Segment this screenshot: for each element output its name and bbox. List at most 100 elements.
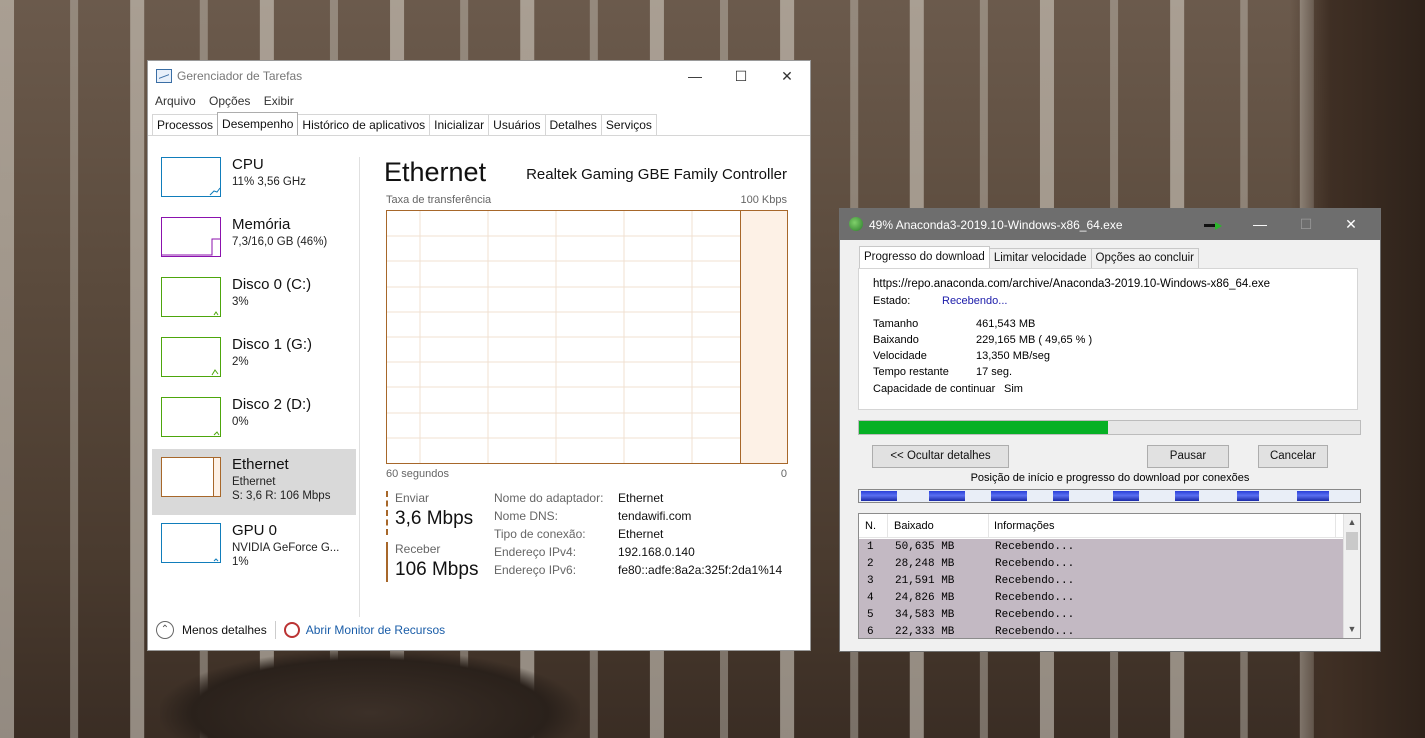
open-resource-monitor-link[interactable]: Abrir Monitor de Recursos [306, 623, 445, 637]
dialog-title: 49% Anaconda3-2019.10-Windows-x86_64.exe [869, 218, 1123, 232]
field-key: Tamanho [873, 318, 919, 330]
hide-details-button[interactable]: << Ocultar detalhes [872, 445, 1009, 468]
tab-usuarios[interactable]: Usuários [488, 114, 546, 136]
disk1-thumbnail-graph [161, 337, 221, 377]
fewer-details-link[interactable]: Menos detalhes [182, 623, 267, 637]
graph-grid [387, 211, 787, 463]
dialog-tabs: Progresso do download Limitar velocidade… [859, 246, 1199, 270]
scroll-up-icon[interactable]: ▲ [1344, 514, 1360, 531]
column-n[interactable]: N. [865, 520, 876, 532]
tab-detalhes[interactable]: Detalhes [544, 114, 602, 136]
pause-button[interactable]: Pausar [1147, 445, 1229, 468]
list-item[interactable]: 5 34,583 MB Recebendo... [859, 607, 1343, 624]
tab-divider [148, 135, 810, 136]
connection-segment [991, 491, 1027, 501]
field-key: Capacidade de continuar [873, 383, 996, 395]
sidebar-item-rate: S: 3,6 R: 106 Mbps [232, 490, 331, 502]
tab-historico[interactable]: Histórico de aplicativos [297, 114, 431, 136]
sidebar-item-title: Disco 2 (D:) [232, 396, 312, 413]
connections-list[interactable]: N. Baixado Informações 1 50,635 MB Receben… [858, 513, 1361, 639]
gpu-thumbnail-graph [161, 523, 221, 563]
sidebar-item-disco-0[interactable]: Disco 0 (C:) 3% [152, 269, 356, 329]
sidebar-item-ethernet[interactable]: Ethernet Ethernet S: 3,6 R: 106 Mbps [152, 449, 356, 515]
sidebar-item-cpu[interactable]: CPU 11% 3,56 GHz [152, 149, 356, 209]
field-value: 461,543 MB [976, 318, 1036, 330]
cpu-thumbnail-graph [161, 157, 221, 197]
cancel-button[interactable]: Cancelar [1258, 445, 1328, 468]
sidebar-item-title: Memória [232, 216, 291, 233]
row-number: 5 [867, 609, 874, 621]
list-item[interactable]: 2 28,248 MB Recebendo... [859, 556, 1343, 573]
receive-value: 106 Mbps [395, 559, 479, 580]
globe-icon [849, 217, 863, 231]
tab-on-complete[interactable]: Opções ao concluir [1090, 248, 1199, 270]
info-key: Nome do adaptador: [494, 491, 604, 505]
sidebar-item-sub: Ethernet [232, 476, 276, 488]
row-info: Recebendo... [995, 558, 1075, 570]
maximize-button[interactable]: ☐ [718, 61, 764, 91]
graph-time-label: 60 segundos [386, 468, 449, 480]
download-dialog: 49% Anaconda3-2019.10-Windows-x86_64.exe… [839, 208, 1381, 652]
window-title: Gerenciador de Tarefas [177, 69, 303, 83]
graph-min-label: 0 [780, 468, 787, 480]
menu-opcoes[interactable]: Opções [209, 91, 250, 111]
ethernet-thumbnail-graph [161, 457, 221, 497]
row-size: 28,248 MB [895, 558, 955, 570]
status-label: Estado: [873, 295, 911, 307]
dialog-title-bar[interactable]: 49% Anaconda3-2019.10-Windows-x86_64.exe… [840, 209, 1380, 240]
close-button[interactable]: ✕ [764, 61, 810, 91]
sidebar-item-sub: NVIDIA GeForce G... [232, 542, 340, 554]
maximize-button: ☐ [1299, 216, 1313, 232]
menu-arquivo[interactable]: Arquivo [155, 91, 196, 111]
scroll-down-icon[interactable]: ▼ [1344, 621, 1360, 638]
sidebar-item-disco-2[interactable]: Disco 2 (D:) 0% [152, 389, 356, 449]
connection-segment [929, 491, 965, 501]
minimize-button[interactable]: — [1237, 209, 1283, 240]
progress-fill [859, 421, 1108, 434]
tab-desempenho[interactable]: Desempenho [217, 112, 299, 135]
send-stat: Enviar 3,6 Mbps [386, 491, 473, 535]
row-size: 21,591 MB [895, 575, 955, 587]
minimize-button[interactable]: — [672, 61, 718, 91]
column-downloaded[interactable]: Baixado [894, 520, 934, 532]
row-info: Recebendo... [995, 592, 1075, 604]
column-info[interactable]: Informações [994, 520, 1055, 532]
tab-download-progress[interactable]: Progresso do download [859, 246, 990, 268]
chevron-up-icon[interactable]: ⌃ [156, 621, 174, 639]
list-scrollbar[interactable]: ▲ ▼ [1343, 514, 1360, 638]
download-url: https://repo.anaconda.com/archive/Anacon… [873, 278, 1270, 290]
row-size: 50,635 MB [895, 541, 955, 553]
column-divider [988, 514, 989, 538]
field-key: Baixando [873, 334, 919, 346]
tab-servicos[interactable]: Serviços [600, 114, 657, 136]
row-number: 6 [867, 626, 874, 638]
tab-speed-limit[interactable]: Limitar velocidade [988, 248, 1092, 270]
connections-progress-bar [858, 489, 1361, 503]
row-info: Recebendo... [995, 609, 1075, 621]
scroll-thumb[interactable] [1346, 532, 1358, 550]
download-progress-bar [858, 420, 1361, 435]
sidebar-item-memoria[interactable]: Memória 7,3/16,0 GB (46%) [152, 209, 356, 269]
sidebar-item-title: GPU 0 [232, 522, 278, 539]
field-value: Sim [1004, 383, 1023, 395]
title-bar[interactable]: Gerenciador de Tarefas — ☐ ✕ [148, 61, 810, 91]
list-item[interactable]: 4 24,826 MB Recebendo... [859, 590, 1343, 607]
field-key: Velocidade [873, 350, 927, 362]
row-size: 22,333 MB [895, 626, 955, 638]
row-info: Recebendo... [995, 626, 1075, 638]
sidebar-item-gpu[interactable]: GPU 0 NVIDIA GeForce G... 1% [152, 515, 356, 575]
memory-thumbnail-graph [161, 217, 221, 257]
field-size: Tamanho 461,543 MB [873, 318, 1035, 330]
menu-exibir[interactable]: Exibir [264, 91, 294, 111]
info-value: 192.168.0.140 [618, 545, 695, 559]
tab-inicializar[interactable]: Inicializar [429, 114, 490, 136]
list-item[interactable]: 6 22,333 MB Recebendo... [859, 624, 1343, 638]
tab-processos[interactable]: Processos [152, 114, 219, 136]
list-item[interactable]: 1 50,635 MB Recebendo... [859, 539, 1343, 556]
list-item[interactable]: 3 21,591 MB Recebendo... [859, 573, 1343, 590]
close-button[interactable]: ✕ [1328, 209, 1374, 240]
sidebar-item-disco-1[interactable]: Disco 1 (G:) 2% [152, 329, 356, 389]
column-divider [887, 514, 888, 538]
disk0-thumbnail-graph [161, 277, 221, 317]
panel-divider [359, 157, 360, 617]
